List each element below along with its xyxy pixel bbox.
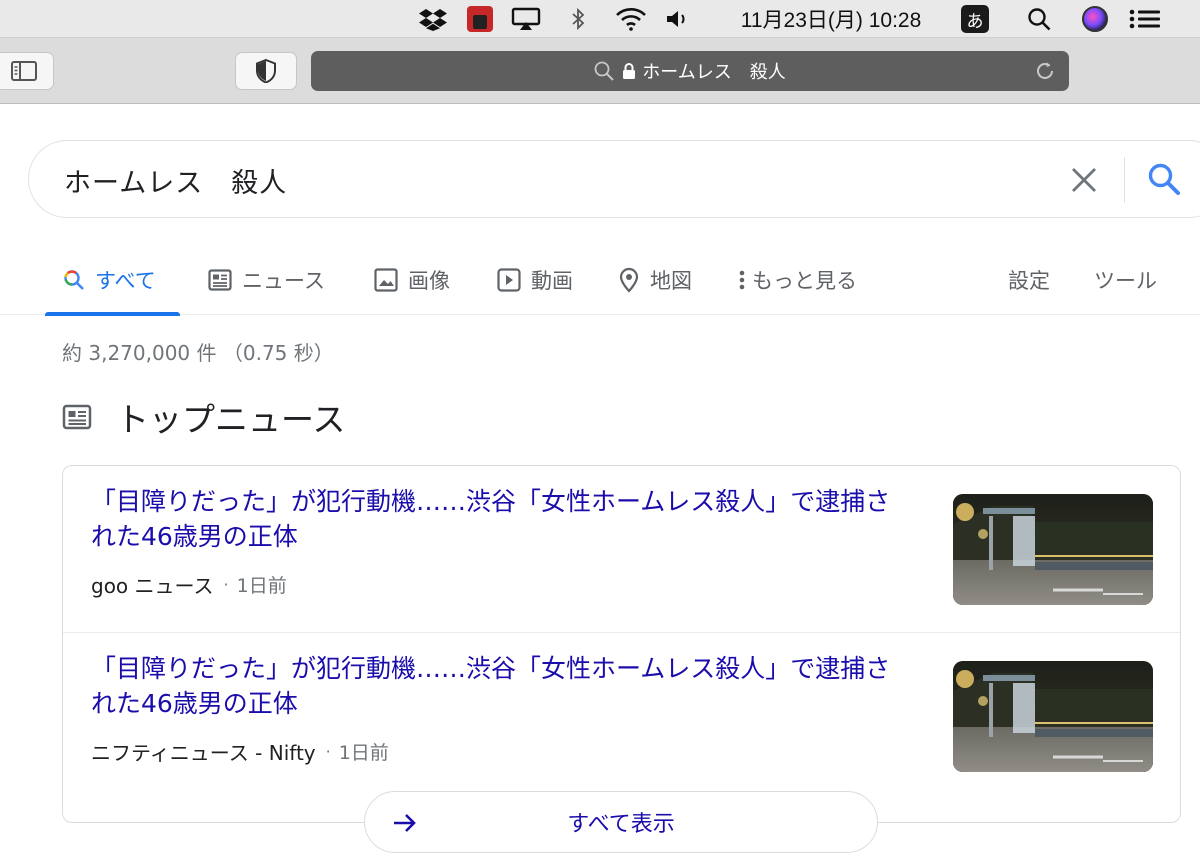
news-age: 1日前 bbox=[338, 742, 389, 764]
clock[interactable]: 11月23日(月) 10:28 bbox=[716, 0, 946, 38]
news-thumbnail[interactable] bbox=[953, 494, 1153, 605]
tab-more[interactable]: もっと見る bbox=[738, 245, 857, 315]
tab-settings[interactable]: 設定 bbox=[1008, 245, 1050, 315]
browser-toolbar: ホームレス 殺人 bbox=[0, 38, 1200, 104]
news-source: goo ニュース bbox=[91, 574, 214, 598]
tab-settings-label: 設定 bbox=[1008, 269, 1050, 293]
more-dots-icon bbox=[739, 270, 745, 290]
news-item[interactable]: 「目障りだった」が犯行動機……渋谷「女性ホームレス殺人」で逮捕された46歳男の正… bbox=[63, 466, 1180, 632]
clear-icon[interactable] bbox=[1067, 163, 1101, 197]
view-all-label: すべて表示 bbox=[567, 812, 675, 837]
wifi-icon[interactable] bbox=[612, 0, 650, 38]
volume-icon[interactable] bbox=[662, 0, 692, 38]
news-age: 1日前 bbox=[236, 575, 287, 597]
bluetooth-icon[interactable] bbox=[566, 0, 590, 38]
sidebar-icon bbox=[11, 61, 37, 81]
view-all-news-button[interactable]: すべて表示 bbox=[364, 791, 878, 853]
sidebar-toggle-button[interactable] bbox=[0, 52, 54, 90]
tab-images[interactable]: 画像 bbox=[374, 245, 450, 315]
search-input[interactable]: ホームレス 殺人 bbox=[64, 161, 287, 200]
news-meta: ニフティニュース - Nifty · 1日前 bbox=[91, 737, 389, 766]
spotlight-search-icon[interactable] bbox=[1024, 0, 1054, 38]
result-stats: 約 3,270,000 件 （0.75 秒） bbox=[62, 341, 334, 365]
news-source: ニフティニュース - Nifty bbox=[91, 741, 316, 765]
menu-bar: 11月23日(月) 10:28 あ bbox=[0, 0, 1200, 38]
newspaper-icon bbox=[62, 404, 92, 430]
top-news-title: トップニュース bbox=[116, 400, 346, 439]
search-icon bbox=[594, 61, 614, 81]
tab-more-label: もっと見る bbox=[752, 269, 857, 293]
ime-label: あ bbox=[961, 5, 989, 33]
news-meta: goo ニュース · 1日前 bbox=[91, 570, 287, 599]
tab-maps-label: 地図 bbox=[650, 269, 692, 293]
google-search-icon[interactable] bbox=[1146, 161, 1182, 197]
map-pin-icon bbox=[619, 267, 639, 293]
tab-tools-label: ツール bbox=[1094, 269, 1157, 293]
meta-separator: · bbox=[325, 742, 331, 761]
search-box-divider bbox=[1124, 157, 1125, 203]
lock-icon bbox=[623, 63, 636, 79]
airplay-icon[interactable] bbox=[508, 0, 544, 38]
privacy-shield-icon bbox=[256, 59, 276, 83]
tab-videos-label: 動画 bbox=[531, 269, 573, 293]
dropbox-icon[interactable] bbox=[416, 0, 450, 38]
tab-news[interactable]: ニュース bbox=[208, 245, 325, 315]
image-icon bbox=[374, 268, 398, 292]
address-bar[interactable]: ホームレス 殺人 bbox=[311, 51, 1069, 91]
search-box[interactable]: ホームレス 殺人 bbox=[28, 140, 1200, 218]
reload-icon[interactable] bbox=[1033, 59, 1057, 83]
tab-news-label: ニュース bbox=[242, 269, 325, 293]
meta-separator: · bbox=[223, 575, 229, 594]
parallels-icon[interactable] bbox=[465, 0, 495, 38]
newspaper-icon bbox=[208, 269, 232, 291]
top-news-header: トップニュース bbox=[62, 392, 345, 442]
news-thumbnail[interactable] bbox=[953, 661, 1153, 772]
news-headline[interactable]: 「目障りだった」が犯行動機……渋谷「女性ホームレス殺人」で逮捕された46歳男の正… bbox=[91, 484, 911, 554]
notification-center-icon[interactable] bbox=[1126, 0, 1164, 38]
privacy-report-button[interactable] bbox=[235, 52, 297, 90]
top-news-card: 「目障りだった」が犯行動機……渋谷「女性ホームレス殺人」で逮捕された46歳男の正… bbox=[62, 465, 1181, 823]
news-item[interactable]: 「目障りだった」が犯行動機……渋谷「女性ホームレス殺人」で逮捕された46歳男の正… bbox=[63, 632, 1180, 798]
address-text: ホームレス 殺人 bbox=[642, 62, 786, 82]
search-tabs: すべて ニュース 画像 動画 地図 もっと見る 設定 ツール bbox=[0, 245, 1200, 316]
tab-maps[interactable]: 地図 bbox=[618, 245, 692, 315]
siri-icon[interactable] bbox=[1080, 0, 1110, 38]
tab-videos[interactable]: 動画 bbox=[497, 245, 573, 315]
search-icon bbox=[64, 270, 84, 290]
tab-images-label: 画像 bbox=[408, 269, 450, 293]
tab-tools[interactable]: ツール bbox=[1094, 245, 1157, 315]
tab-all[interactable]: すべて bbox=[45, 245, 180, 316]
arrow-right-icon bbox=[394, 814, 416, 832]
play-icon bbox=[497, 268, 521, 292]
tab-all-label: すべて bbox=[95, 269, 156, 293]
news-headline[interactable]: 「目障りだった」が犯行動機……渋谷「女性ホームレス殺人」で逮捕された46歳男の正… bbox=[91, 651, 911, 721]
input-method-indicator[interactable]: あ bbox=[960, 0, 990, 38]
